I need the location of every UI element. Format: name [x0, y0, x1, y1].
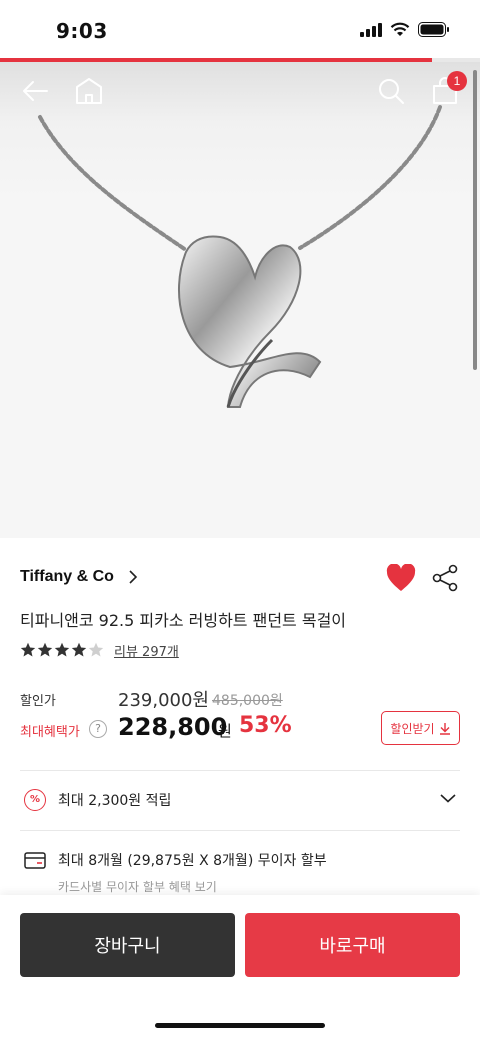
- best-price-unit: 원: [218, 722, 232, 740]
- heart-icon[interactable]: [386, 564, 416, 592]
- home-icon[interactable]: [74, 76, 104, 106]
- signal-icon: [360, 22, 382, 37]
- top-nav: [0, 62, 480, 118]
- star-filled-icon: [54, 642, 70, 657]
- divider: [20, 770, 460, 771]
- home-indicator: [155, 1023, 325, 1028]
- star-filled-icon: [37, 642, 53, 657]
- divider: [20, 830, 460, 831]
- sale-price: 239,000원: [118, 690, 209, 711]
- status-icons: [360, 22, 450, 37]
- star-empty-icon: [88, 642, 104, 657]
- percent-icon: %: [24, 789, 46, 811]
- star-rating: [20, 642, 104, 658]
- cart-count-badge: 1: [447, 71, 467, 91]
- back-arrow-icon[interactable]: [20, 76, 50, 106]
- buy-now-button[interactable]: 바로구매: [245, 913, 460, 977]
- share-icon[interactable]: [431, 564, 459, 592]
- product-image[interactable]: [0, 62, 480, 538]
- necklace-image: [38, 105, 442, 408]
- star-filled-icon: [71, 642, 87, 657]
- points-text: 최대 2,300원 적립: [58, 793, 172, 809]
- product-title: 티파니앤코 92.5 피카소 러빙하트 팬던트 목걸이: [20, 611, 347, 630]
- bottom-action-bar: 장바구니 바로구매: [0, 895, 480, 1039]
- search-icon[interactable]: [376, 76, 406, 106]
- installment-text: 최대 8개월 (29,875원 X 8개월) 무이자 할부: [58, 853, 327, 869]
- best-price: 228,800: [118, 713, 228, 741]
- discount-rate: 53%: [239, 713, 292, 738]
- wifi-icon: [390, 22, 410, 36]
- status-time: 9:03: [56, 19, 108, 43]
- status-bar: 9:03: [0, 0, 480, 58]
- help-icon[interactable]: ?: [89, 720, 107, 738]
- star-filled-icon: [20, 642, 36, 657]
- credit-card-icon: [24, 852, 46, 869]
- review-count-link[interactable]: 리뷰 297개: [114, 641, 179, 660]
- sale-price-label: 할인가: [20, 694, 56, 709]
- add-to-cart-button[interactable]: 장바구니: [20, 913, 235, 977]
- max-benefit-label: 최대혜택가: [20, 725, 80, 740]
- get-coupon-button[interactable]: 할인받기: [381, 711, 460, 745]
- points-row[interactable]: % 최대 2,300원 적립: [20, 785, 460, 815]
- installment-benefit-link[interactable]: 카드사별 무이자 할부 혜택 보기: [58, 878, 217, 895]
- rating-row: 리뷰 297개: [20, 640, 179, 660]
- chevron-down-icon[interactable]: [440, 793, 456, 803]
- get-coupon-label: 할인받기: [390, 721, 435, 736]
- brand-row: Tiffany & Co: [20, 562, 460, 594]
- battery-icon: [418, 22, 449, 37]
- brand-name-link[interactable]: Tiffany & Co: [20, 568, 114, 586]
- chevron-right-icon[interactable]: [128, 569, 138, 585]
- original-price: 485,000원: [212, 693, 283, 709]
- download-icon: [439, 722, 450, 735]
